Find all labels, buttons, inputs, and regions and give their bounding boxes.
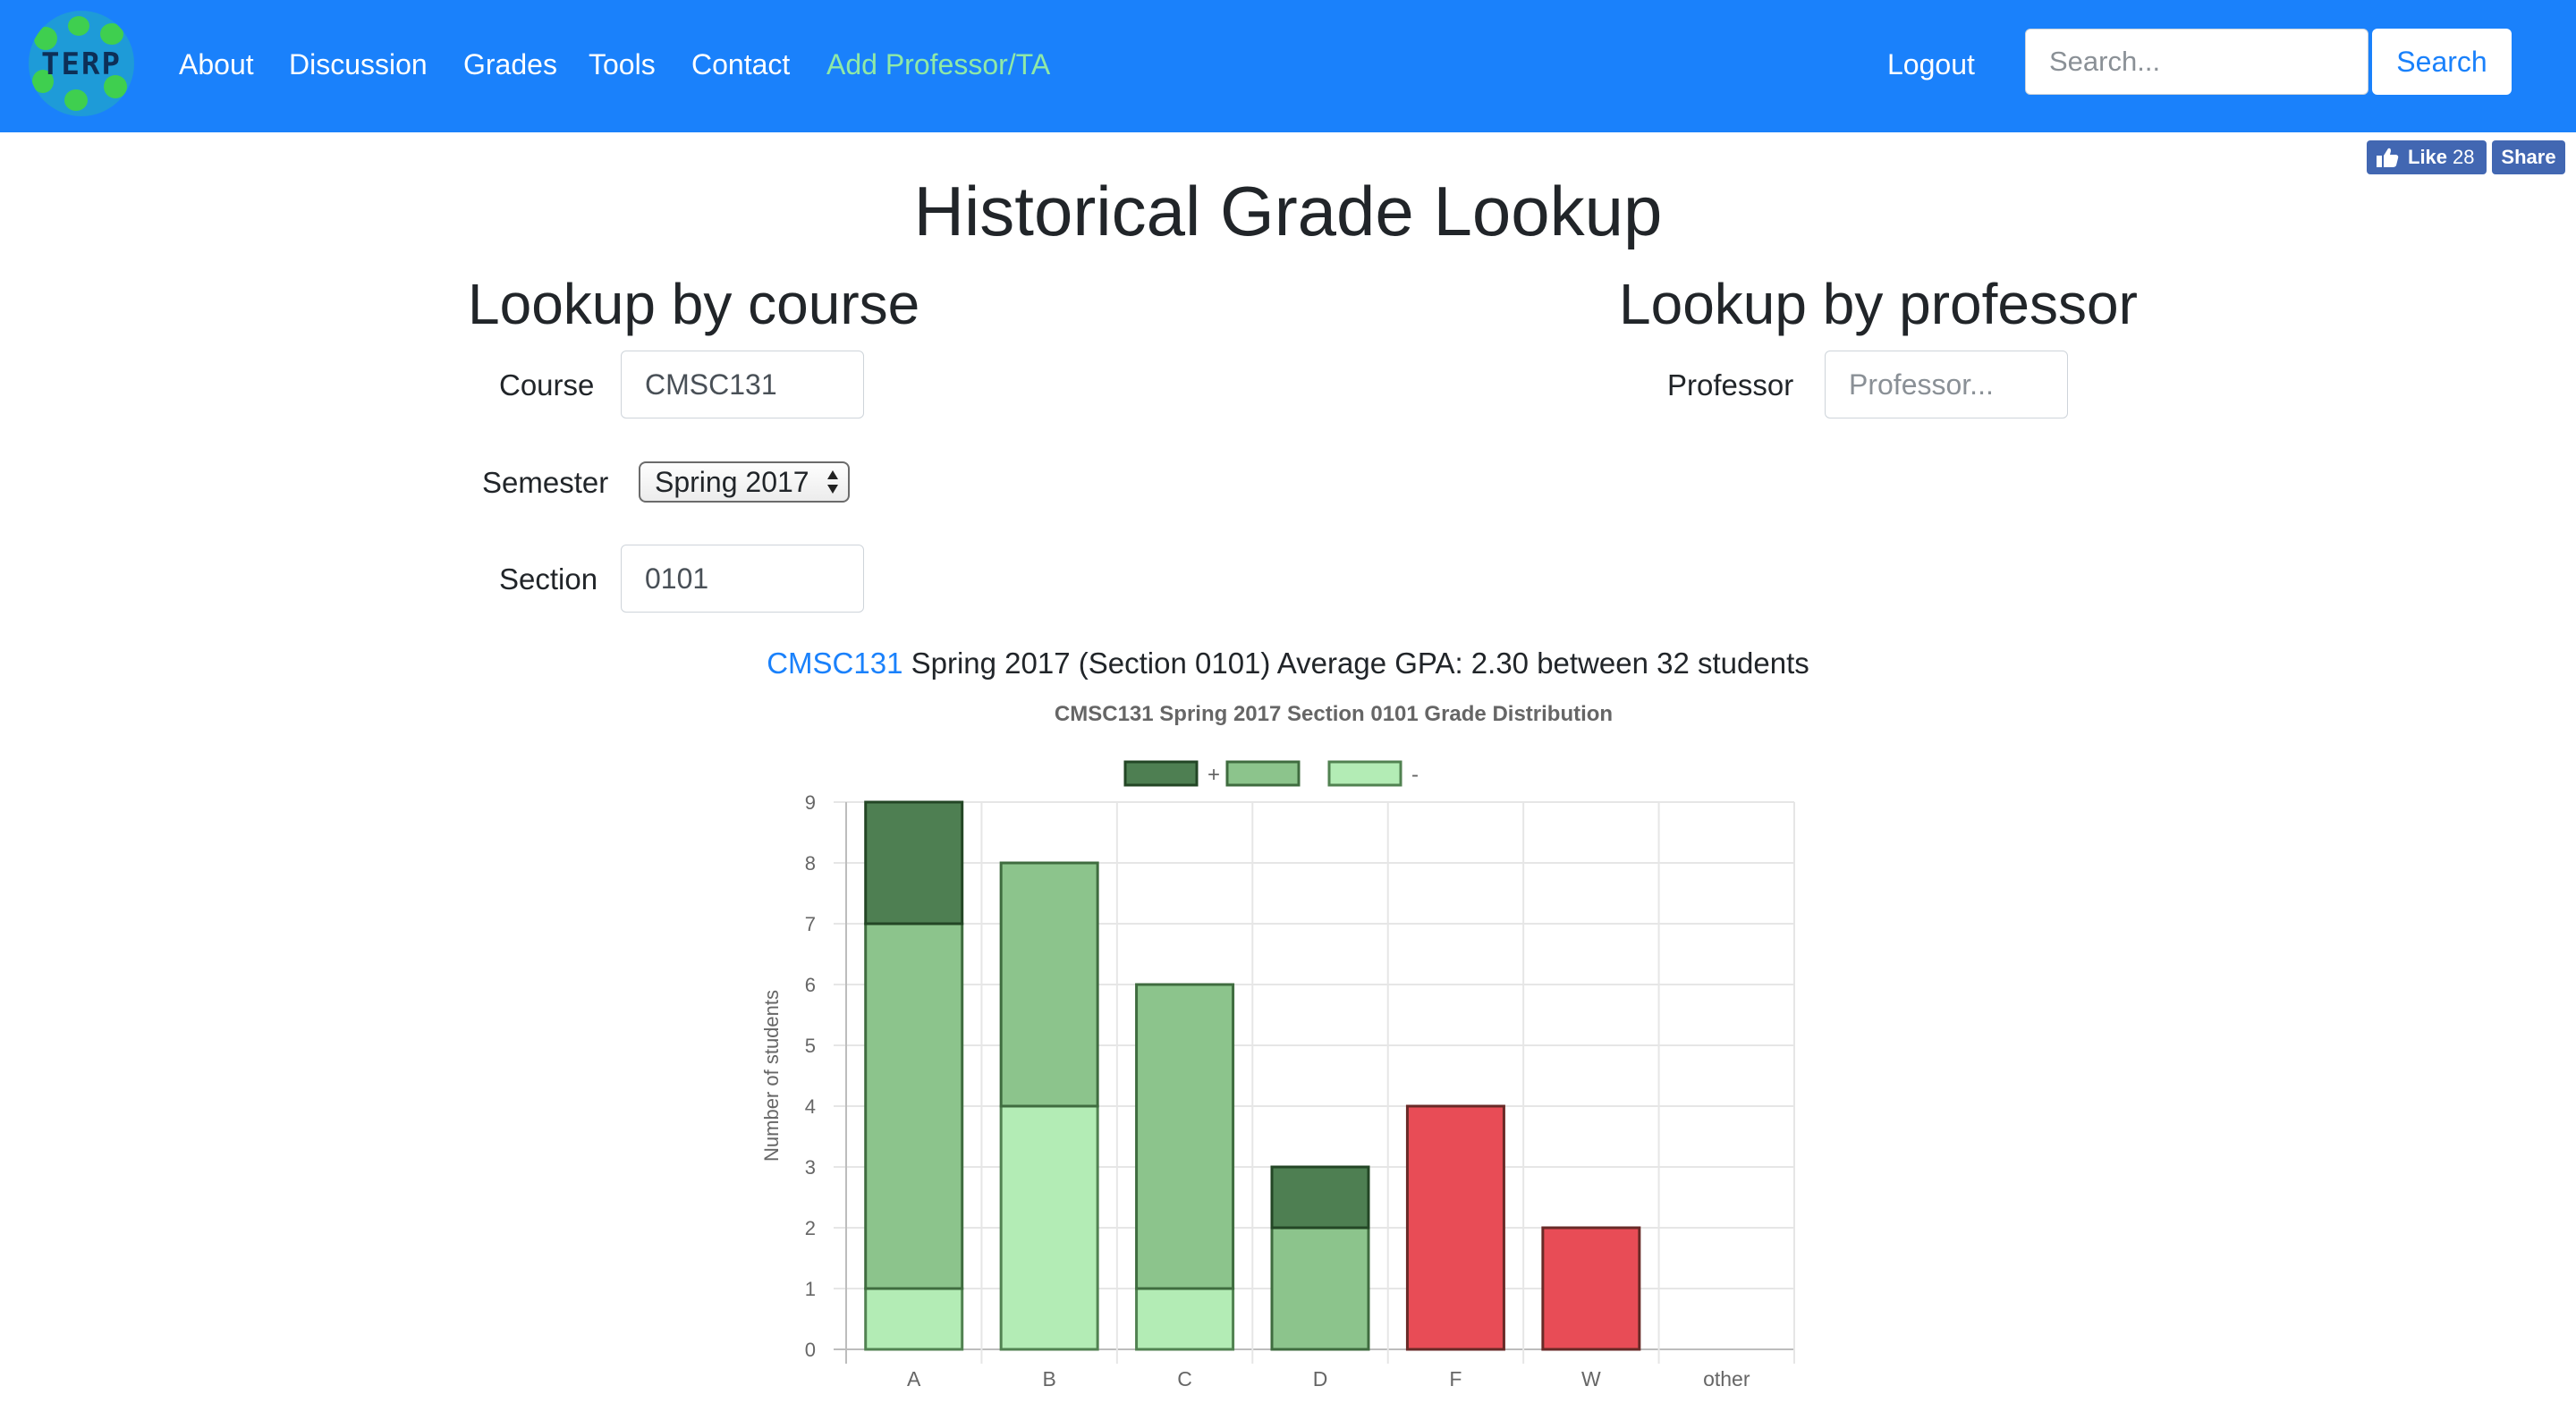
y-tick-label: 2 xyxy=(805,1217,816,1239)
y-axis-label: Number of students xyxy=(760,990,783,1162)
grade-distribution-chart: CMSC131 Spring 2017 Section 0101 Grade D… xyxy=(760,702,1795,1390)
legend-swatch xyxy=(1327,760,1402,787)
x-tick-label: C xyxy=(1177,1367,1192,1390)
x-tick-label: W xyxy=(1581,1367,1601,1390)
legend-swatch xyxy=(1225,760,1301,787)
bar-segment xyxy=(999,861,1099,1108)
bar-segment xyxy=(1135,1287,1235,1351)
x-tick-label: B xyxy=(1042,1367,1055,1390)
bar-segment xyxy=(1270,1226,1370,1351)
legend-swatch xyxy=(1123,760,1199,787)
y-tick-label: 0 xyxy=(805,1339,816,1361)
y-tick-label: 9 xyxy=(805,791,816,814)
y-tick-label: 3 xyxy=(805,1156,816,1179)
x-tick-label: D xyxy=(1313,1367,1328,1390)
y-tick-label: 4 xyxy=(805,1095,816,1118)
bar-segment xyxy=(999,1104,1099,1351)
y-tick-label: 1 xyxy=(805,1278,816,1300)
bar-segment xyxy=(864,922,964,1290)
bar-segment xyxy=(1135,983,1235,1290)
bar-segment xyxy=(1405,1104,1505,1351)
chart-title: CMSC131 Spring 2017 Section 0101 Grade D… xyxy=(1055,702,1613,726)
x-tick-label: other xyxy=(1703,1367,1750,1390)
bar-segment xyxy=(864,1287,964,1351)
y-tick-label: 5 xyxy=(805,1035,816,1057)
bar-segment xyxy=(1541,1226,1641,1351)
y-tick-label: 7 xyxy=(805,913,816,935)
y-tick-label: 6 xyxy=(805,974,816,996)
x-tick-label: F xyxy=(1449,1367,1462,1390)
legend-label: - xyxy=(1411,763,1419,787)
bar-segment xyxy=(864,800,964,926)
x-tick-label: A xyxy=(907,1367,921,1390)
bar-segment xyxy=(1270,1165,1370,1230)
legend-label: + xyxy=(1208,763,1220,787)
y-tick-label: 8 xyxy=(805,852,816,875)
